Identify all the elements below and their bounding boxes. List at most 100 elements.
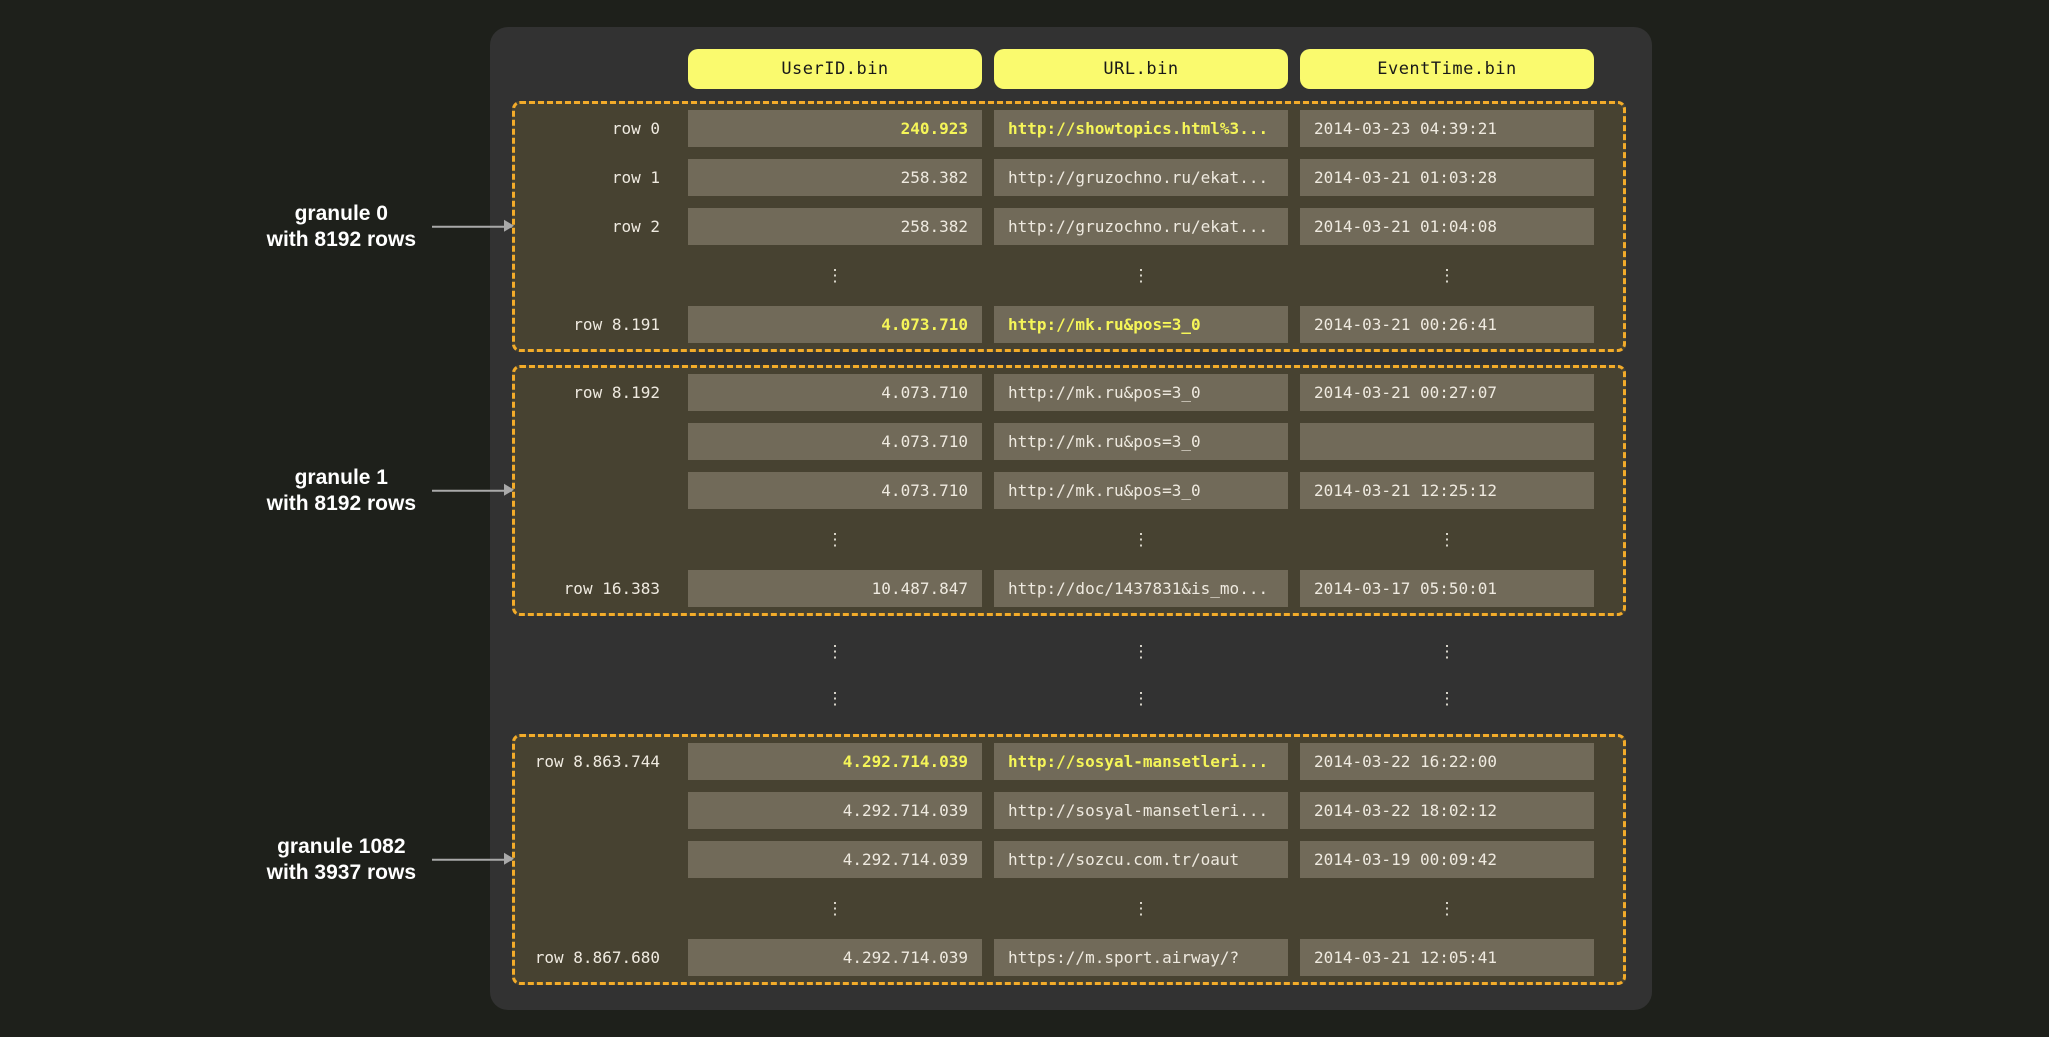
vertical-ellipsis-icon: ⋮	[1300, 521, 1594, 558]
row-label: row 0	[510, 110, 676, 147]
eventtime-cell: 2014-03-21 12:25:12	[1300, 472, 1594, 509]
vertical-ellipsis-icon: ⋮	[994, 257, 1288, 294]
diagram-panel: UserID.bin URL.bin EventTime.bin row 0 24…	[490, 27, 1652, 1010]
row-label	[510, 472, 676, 509]
row-label	[510, 521, 676, 558]
row-label	[510, 890, 676, 927]
annotation-label: granule 1with 8192 rows	[267, 464, 416, 517]
table-row: row 8.863.7444.292.714.039http://sosyal-…	[510, 743, 1626, 780]
vertical-ellipsis-icon: ⋮	[1300, 257, 1594, 294]
table-row: row 1 258.382 http://gruzochno.ru/ekat... 2…	[510, 159, 1626, 196]
table-row: row 2258.382http://gruzochno.ru/ekat...2…	[510, 208, 1626, 245]
eventtime-cell: 2014-03-17 05:50:01	[1300, 570, 1594, 607]
column-header-label: UserID.bin	[781, 59, 888, 79]
gap-ellipsis-row: ⋮ ⋮ ⋮	[510, 680, 1632, 717]
table-row: row 8.1924.073.710http://mk.ru&pos=3_020…	[510, 374, 1626, 411]
annotation-label: granule 1082with 3937 rows	[267, 833, 416, 886]
userid-cell: 4.073.710	[688, 374, 982, 411]
eventtime-cell: 2014-03-21 00:26:41	[1300, 306, 1594, 343]
vertical-ellipsis-icon: ⋮	[994, 521, 1288, 558]
userid-cell: 4.292.714.039	[688, 841, 982, 878]
arrow-right-icon	[432, 859, 512, 861]
vertical-ellipsis-icon: ⋮	[688, 680, 982, 717]
granule-box-1082: row 8.863.7444.292.714.039http://sosyal-…	[510, 734, 1626, 985]
userid-cell: 4.073.710	[688, 306, 982, 343]
annotation-line2: with 8192 rows	[267, 227, 416, 253]
column-header-label: URL.bin	[1103, 59, 1178, 79]
userid-cell: 4.292.714.039	[688, 939, 982, 976]
granule-rows: row 0 240.923 http://showtopics.html%3... 2…	[510, 110, 1626, 343]
column-header-eventtime: EventTime.bin	[1300, 49, 1594, 89]
userid-cell: 4.073.710	[688, 423, 982, 460]
vertical-ellipsis-icon: ⋮	[1300, 633, 1594, 670]
userid-cell: 258.382	[688, 208, 982, 245]
table-row: 4.073.710 http://mk.ru&pos=3_0 2014-03-21 …	[510, 472, 1626, 509]
userid-cell: 258.382	[688, 159, 982, 196]
table-row: 4.292.714.039 http://sozcu.com.tr/oaut 201…	[510, 841, 1626, 878]
column-header-userid: UserID.bin	[688, 49, 982, 89]
row-label	[510, 423, 676, 460]
annotation-line2: with 3937 rows	[267, 860, 416, 886]
url-cell: http://mk.ru&pos=3_0	[994, 472, 1288, 509]
url-cell: http://mk.ru&pos=3_0	[994, 423, 1288, 460]
ellipsis-row: ⋮ ⋮ ⋮	[510, 257, 1626, 294]
vertical-ellipsis-icon: ⋮	[994, 633, 1288, 670]
eventtime-cell	[1300, 423, 1594, 460]
row-label: row 8.867.680	[510, 939, 676, 976]
row-label	[510, 257, 676, 294]
userid-cell: 240.923	[688, 110, 982, 147]
userid-cell: 4.292.714.039	[688, 792, 982, 829]
granule-annotation-0: granule 0with 8192 rows	[267, 200, 512, 253]
gap-ellipsis-row: ⋮ ⋮ ⋮	[510, 633, 1632, 670]
vertical-ellipsis-icon: ⋮	[688, 890, 982, 927]
ellipsis-row: ⋮ ⋮ ⋮	[510, 521, 1626, 558]
table-row: 4.073.710 http://mk.ru&pos=3_0	[510, 423, 1626, 460]
vertical-ellipsis-icon: ⋮	[994, 680, 1288, 717]
url-cell: http://mk.ru&pos=3_0	[994, 306, 1288, 343]
arrow-right-icon	[432, 490, 512, 492]
url-cell: http://sosyal-mansetleri...	[994, 743, 1288, 780]
annotation-label: granule 0with 8192 rows	[267, 200, 416, 253]
granule-rows: row 8.192 4.073.710 http://mk.ru&pos=3_0 20…	[510, 374, 1626, 607]
eventtime-cell: 2014-03-22 18:02:12	[1300, 792, 1594, 829]
column-headers: UserID.bin URL.bin EventTime.bin	[510, 49, 1632, 89]
eventtime-cell: 2014-03-22 16:22:00	[1300, 743, 1594, 780]
row-label	[510, 792, 676, 829]
vertical-ellipsis-icon: ⋮	[1300, 890, 1594, 927]
row-label: row 2	[510, 208, 676, 245]
url-cell: https://m.sport.airway/?	[994, 939, 1288, 976]
userid-cell: 4.292.714.039	[688, 743, 982, 780]
granule-annotation-1: granule 1with 8192 rows	[267, 464, 512, 517]
url-cell: http://sozcu.com.tr/oaut	[994, 841, 1288, 878]
eventtime-cell: 2014-03-19 00:09:42	[1300, 841, 1594, 878]
url-cell: http://showtopics.html%3...	[994, 110, 1288, 147]
vertical-ellipsis-icon: ⋮	[688, 633, 982, 670]
row-label: row 1	[510, 159, 676, 196]
row-label	[510, 680, 676, 717]
table-row: row 8.1914.073.710http://mk.ru&pos=3_020…	[510, 306, 1626, 343]
vertical-ellipsis-icon: ⋮	[688, 521, 982, 558]
granule-box-0: row 0 240.923 http://showtopics.html%3... 2…	[510, 101, 1626, 352]
userid-cell: 4.073.710	[688, 472, 982, 509]
ellipsis-row: ⋮⋮⋮	[510, 890, 1626, 927]
row-label: row 8.192	[510, 374, 676, 411]
arrow-right-icon	[432, 226, 512, 228]
annotation-line2: with 8192 rows	[267, 491, 416, 517]
userid-cell: 10.487.847	[688, 570, 982, 607]
between-granules-gap: ⋮ ⋮ ⋮ ⋮ ⋮ ⋮	[510, 629, 1632, 721]
vertical-ellipsis-icon: ⋮	[688, 257, 982, 294]
url-cell: http://doc/1437831&is_mo...	[994, 570, 1288, 607]
url-cell: http://mk.ru&pos=3_0	[994, 374, 1288, 411]
granule-annotation-1082: granule 1082with 3937 rows	[267, 833, 512, 886]
column-header-url: URL.bin	[994, 49, 1288, 89]
row-label	[510, 841, 676, 878]
vertical-ellipsis-icon: ⋮	[1300, 680, 1594, 717]
eventtime-cell: 2014-03-23 04:39:21	[1300, 110, 1594, 147]
annotation-line1: granule 1082	[267, 833, 416, 859]
eventtime-cell: 2014-03-21 01:03:28	[1300, 159, 1594, 196]
table-row: 4.292.714.039 http://sosyal-mansetleri...…	[510, 792, 1626, 829]
url-cell: http://sosyal-mansetleri...	[994, 792, 1288, 829]
granule-sections: row 0 240.923 http://showtopics.html%3... 2…	[510, 101, 1632, 985]
url-cell: http://gruzochno.ru/ekat...	[994, 159, 1288, 196]
header-spacer	[510, 49, 676, 89]
